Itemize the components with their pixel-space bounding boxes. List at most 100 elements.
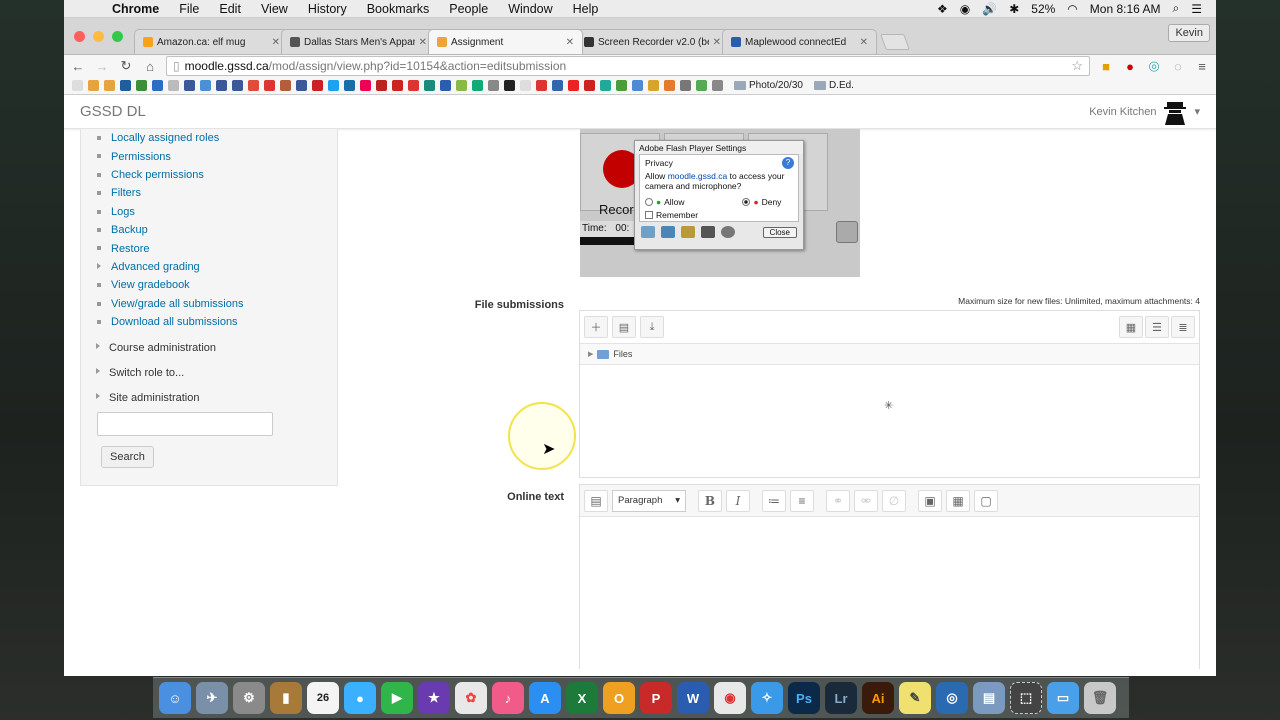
close-tab-icon[interactable]: ✕ xyxy=(713,37,721,48)
wifi-icon[interactable]: ◠ xyxy=(1067,2,1077,16)
tab-maplewood[interactable]: Maplewood connectEd ✕ xyxy=(722,29,877,54)
stickies-icon[interactable]: ✎ xyxy=(899,682,931,714)
bookmark-icon[interactable] xyxy=(696,80,707,91)
deny-radio[interactable] xyxy=(742,198,751,206)
bookmark-icon[interactable] xyxy=(200,80,211,91)
bookmark-star-icon[interactable]: ☆ xyxy=(1071,58,1083,74)
bookmark-icon[interactable] xyxy=(648,80,659,91)
recorder-settings-icon[interactable] xyxy=(836,221,858,243)
user-menu[interactable]: Kevin Kitchen ▾ xyxy=(1089,98,1200,125)
sidebar-link-view-grade-all[interactable]: View/grade all submissions xyxy=(97,295,337,313)
bookmark-icon[interactable] xyxy=(408,80,419,91)
creative-cloud-icon[interactable]: ◉ xyxy=(960,2,970,16)
bookmark-icon[interactable] xyxy=(248,80,259,91)
menu-icon[interactable]: ≡ xyxy=(1194,59,1210,74)
paragraph-format-select[interactable]: Paragraph ▾ xyxy=(612,489,686,512)
sidebar-link-logs[interactable]: Logs xyxy=(97,203,337,221)
word-icon[interactable]: W xyxy=(677,682,709,714)
bookmark-icon[interactable] xyxy=(712,80,723,91)
bookmark-icon[interactable] xyxy=(88,80,99,91)
extension-icon[interactable]: ■ xyxy=(1098,59,1114,74)
add-file-icon[interactable]: ＋ xyxy=(584,316,608,338)
bookmark-icon[interactable] xyxy=(120,80,131,91)
tree-view-icon[interactable]: ≣ xyxy=(1171,316,1195,338)
twitter-icon[interactable] xyxy=(328,80,339,91)
bookmark-icon[interactable] xyxy=(168,80,179,91)
menu-view[interactable]: View xyxy=(261,2,288,16)
facebook-icon[interactable] xyxy=(296,80,307,91)
close-tab-icon[interactable]: ✕ xyxy=(860,37,868,48)
image-icon[interactable]: ▣ xyxy=(918,489,942,512)
bold-button[interactable]: B xyxy=(698,489,722,512)
facebook-icon[interactable] xyxy=(216,80,227,91)
menu-app[interactable]: Chrome xyxy=(112,2,159,16)
bookmark-icon[interactable] xyxy=(344,80,355,91)
sidebar-link-download-all[interactable]: Download all submissions xyxy=(97,313,337,331)
menu-window[interactable]: Window xyxy=(508,2,552,16)
tab-dallas-stars[interactable]: Dallas Stars Men's Apparel ✕ xyxy=(281,29,436,54)
bookmark-icon[interactable] xyxy=(424,80,435,91)
tab-assignment[interactable]: Assignment ✕ xyxy=(428,29,583,54)
bookmark-icon[interactable] xyxy=(376,80,387,91)
sidebar-link-locally-assigned-roles[interactable]: Locally assigned roles xyxy=(97,129,337,147)
tab-amazon[interactable]: Amazon.ca: elf mug ✕ xyxy=(134,29,289,54)
dropbox-icon[interactable]: ❖ xyxy=(937,2,948,16)
question-site-link[interactable]: moodle.gssd.ca xyxy=(668,171,728,181)
menu-history[interactable]: History xyxy=(308,2,347,16)
excel-icon[interactable]: X xyxy=(566,682,598,714)
sidebar-link-filters[interactable]: Filters xyxy=(97,184,337,202)
powerpoint-icon[interactable]: P xyxy=(640,682,672,714)
privacy-settings-icon[interactable] xyxy=(661,226,675,238)
extension-icon[interactable]: ◌ xyxy=(1170,59,1186,74)
amazon-icon[interactable] xyxy=(504,80,515,91)
contacts-icon[interactable]: ▮ xyxy=(270,682,302,714)
italic-button[interactable]: I xyxy=(726,489,750,512)
admin-search-button[interactable]: Search xyxy=(101,446,154,469)
anchor-icon[interactable]: ∅ xyxy=(882,489,906,512)
launchpad-icon[interactable]: ✈ xyxy=(196,682,228,714)
bookmark-icon[interactable] xyxy=(104,80,115,91)
address-bar[interactable]: ▯ moodle.gssd.ca/mod/assign/view.php?id=… xyxy=(166,56,1090,76)
sidebar-course-administration[interactable]: Course administration xyxy=(81,335,337,360)
menu-help[interactable]: Help xyxy=(573,2,599,16)
microphone-settings-icon[interactable] xyxy=(701,226,715,238)
toolbar-toggle-icon[interactable]: ▤ xyxy=(584,489,608,512)
sidebar-link-restore[interactable]: Restore xyxy=(97,239,337,257)
bookmark-icon[interactable] xyxy=(520,80,531,91)
home-icon[interactable]: ⌂ xyxy=(142,59,158,74)
minimize-window-icon[interactable] xyxy=(93,31,104,42)
expand-arrow-icon[interactable]: ▶ xyxy=(588,350,593,358)
media-icon[interactable]: ▦ xyxy=(946,489,970,512)
bookmark-folder-ded[interactable]: D.Ed. xyxy=(813,80,854,91)
sidebar-link-permissions[interactable]: Permissions xyxy=(97,147,337,165)
close-button[interactable]: Close xyxy=(762,226,797,238)
icon-view-icon[interactable]: ▦ xyxy=(1119,316,1143,338)
volume-icon[interactable]: 🔊 xyxy=(982,2,997,16)
messages-icon[interactable]: ● xyxy=(344,682,376,714)
battery-text[interactable]: 52% xyxy=(1031,2,1055,16)
clock[interactable]: Mon 8:16 AM xyxy=(1090,2,1161,16)
bluetooth-icon[interactable]: ✱ xyxy=(1009,2,1019,16)
reload-icon[interactable]: ↻ xyxy=(118,58,134,74)
adblock-icon[interactable]: ● xyxy=(1122,59,1138,74)
downloads-folder-icon[interactable]: ▭ xyxy=(1047,682,1079,714)
numbered-list-icon[interactable]: ≡ xyxy=(790,489,814,512)
create-folder-icon[interactable]: ▤ xyxy=(612,316,636,338)
close-window-icon[interactable] xyxy=(74,31,85,42)
site-brand[interactable]: GSSD DL xyxy=(80,103,146,120)
extension-icon[interactable]: ◎ xyxy=(1146,58,1162,74)
files-folder-label[interactable]: Files xyxy=(613,349,632,359)
zoom-window-icon[interactable] xyxy=(112,31,123,42)
screen-recorder-icon[interactable]: ◎ xyxy=(936,682,968,714)
profile-button[interactable]: Kevin xyxy=(1168,24,1210,42)
bookmark-icon[interactable] xyxy=(440,80,451,91)
unlink-icon[interactable]: ⚮ xyxy=(854,489,878,512)
notification-center-icon[interactable]: ☰ xyxy=(1191,2,1202,16)
imovie-icon[interactable]: ★ xyxy=(418,682,450,714)
bookmark-icon[interactable] xyxy=(616,80,627,91)
back-icon[interactable]: ← xyxy=(70,59,86,74)
chrome-icon[interactable]: ◉ xyxy=(714,682,746,714)
storage-settings-icon[interactable] xyxy=(681,226,695,238)
flickr-icon[interactable] xyxy=(360,80,371,91)
bookmark-icon[interactable] xyxy=(632,80,643,91)
